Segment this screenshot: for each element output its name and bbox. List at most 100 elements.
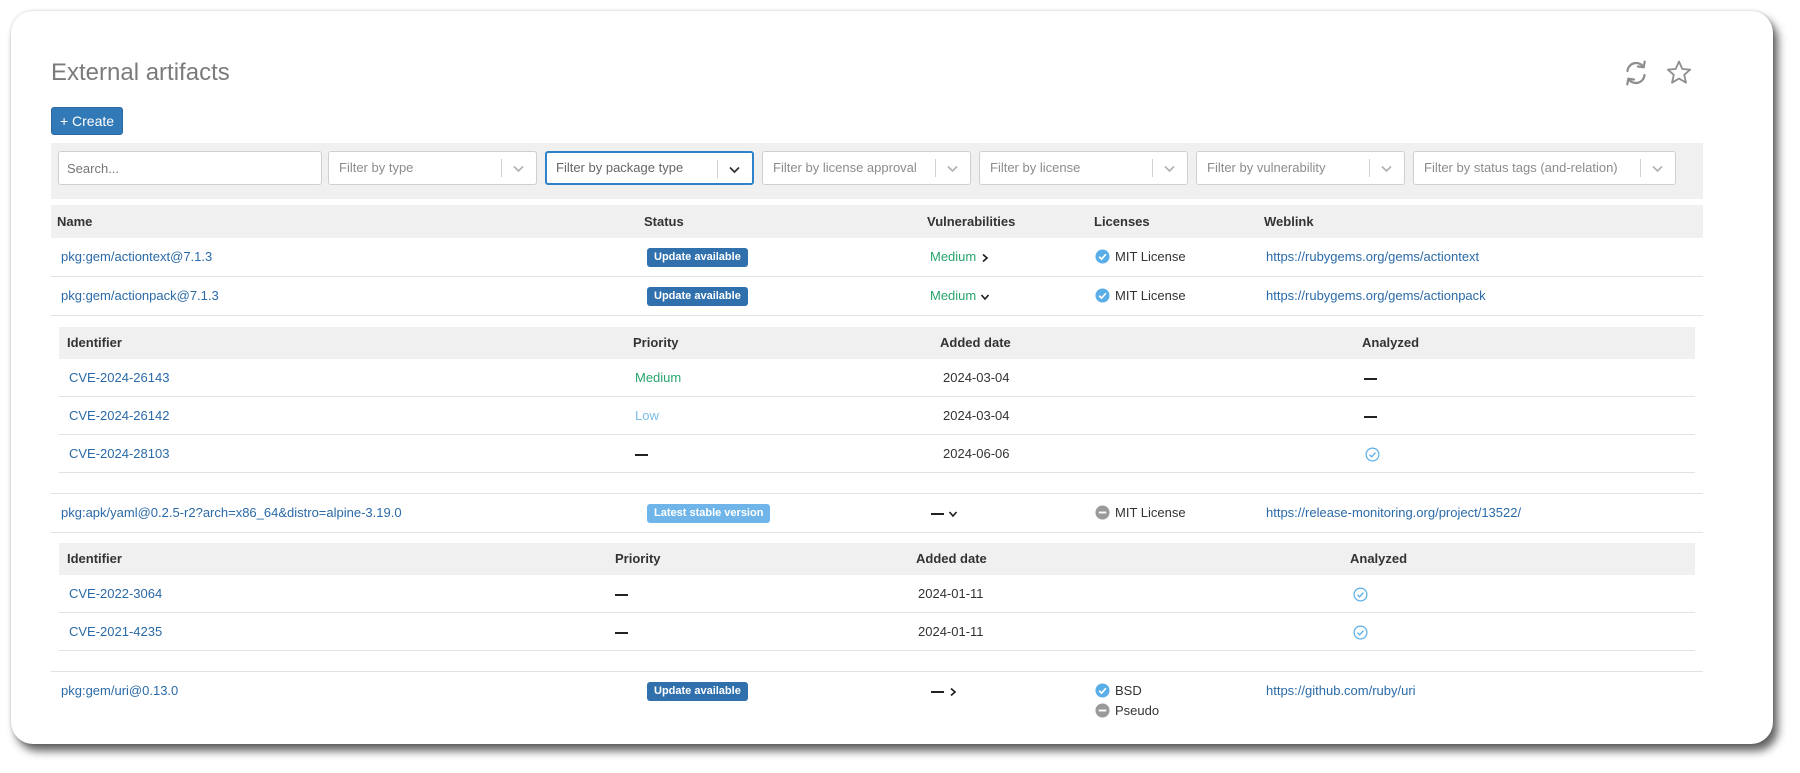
filter-package-type-select[interactable]: Filter by package type: [545, 151, 754, 185]
column-header-added-date[interactable]: Added date: [940, 327, 1011, 359]
analyzed-check-icon: [1365, 435, 1380, 472]
column-header-analyzed[interactable]: Analyzed: [1362, 327, 1419, 359]
vulnerability-subtable: Identifier Priority Added date Analyzed …: [59, 327, 1695, 473]
added-date: 2024-01-11: [918, 586, 984, 601]
select-separator: [717, 160, 718, 178]
vulnerability-toggle[interactable]: Medium: [930, 277, 990, 315]
refresh-icon[interactable]: [1621, 58, 1651, 88]
table-row[interactable]: pkg:gem/actionpack@7.1.3 Update availabl…: [51, 277, 1703, 316]
chevron-down-icon: [1652, 165, 1663, 173]
cve-link[interactable]: CVE-2024-26142: [69, 397, 169, 434]
chevron-down-icon: [513, 165, 524, 173]
select-separator: [935, 159, 936, 177]
license-entry: MIT License: [1095, 286, 1186, 305]
column-header-priority[interactable]: Priority: [633, 327, 679, 359]
column-header-weblink[interactable]: Weblink: [1264, 205, 1314, 238]
external-artifacts-panel: External artifacts + Create Filter by ty…: [11, 11, 1773, 744]
select-separator: [1152, 159, 1153, 177]
chevron-down-icon: [947, 165, 958, 173]
vulnerability-priority: Medium: [930, 288, 977, 303]
status-badge: Update available: [647, 248, 748, 267]
filter-placeholder: Filter by vulnerability: [1207, 160, 1326, 175]
filter-license-approval-select[interactable]: Filter by license approval: [762, 151, 971, 185]
chevron-down-icon: [1381, 165, 1392, 173]
select-separator: [501, 159, 502, 177]
column-header-name[interactable]: Name: [57, 205, 92, 238]
filter-placeholder: Filter by license: [990, 160, 1081, 175]
license-name: MIT License: [1115, 288, 1186, 303]
vulnerability-row[interactable]: CVE-2021-4235 2024-01-11: [59, 613, 1695, 651]
star-icon[interactable]: [1664, 58, 1694, 88]
added-date: 2024-03-04: [943, 370, 1010, 385]
license-name: Pseudo: [1115, 703, 1160, 718]
license-entry: MIT License: [1095, 247, 1186, 266]
vulnerability-row[interactable]: CVE-2022-3064 2024-01-11: [59, 575, 1695, 613]
vulnerability-row[interactable]: CVE-2024-26142 Low 2024-03-04: [59, 397, 1695, 435]
vulnerability-row[interactable]: CVE-2024-28103 2024-06-06: [59, 435, 1695, 473]
filter-placeholder: Filter by type: [339, 160, 414, 175]
vulnerability-toggle[interactable]: Medium: [930, 238, 990, 276]
table-row[interactable]: pkg:gem/actiontext@7.1.3 Update availabl…: [51, 238, 1703, 277]
column-header-identifier[interactable]: Identifier: [67, 543, 122, 575]
priority-empty-dash-icon: [615, 613, 628, 650]
not-analyzed-dash-icon: [1364, 397, 1377, 434]
search-input[interactable]: [58, 151, 322, 185]
column-header-identifier[interactable]: Identifier: [67, 327, 122, 359]
column-header-vulnerabilities[interactable]: Vulnerabilities: [927, 205, 1015, 238]
added-date: 2024-01-11: [918, 624, 984, 639]
not-analyzed-dash-icon: [1364, 359, 1377, 396]
create-button[interactable]: + Create: [51, 107, 123, 135]
cve-link[interactable]: CVE-2022-3064: [69, 575, 162, 612]
no-vulnerability-dash-icon: [931, 690, 944, 693]
column-header-status[interactable]: Status: [644, 205, 684, 238]
priority-value: Medium: [635, 370, 682, 385]
artifact-name-link[interactable]: pkg:gem/actionpack@7.1.3: [61, 277, 219, 315]
chevron-down-icon: [729, 166, 740, 174]
added-date: 2024-06-06: [943, 446, 1010, 461]
table-row[interactable]: pkg:gem/uri@0.13.0 Update available BSD …: [51, 672, 1703, 727]
table-row[interactable]: pkg:apk/yaml@0.2.5-r2?arch=x86_64&distro…: [51, 494, 1703, 533]
no-vulnerability-dash-icon: [931, 512, 944, 515]
column-header-analyzed[interactable]: Analyzed: [1350, 543, 1407, 575]
unknown-minus-icon: [1095, 703, 1110, 718]
select-separator: [1640, 159, 1641, 177]
status-badge: Update available: [647, 287, 748, 306]
vulnerability-toggle[interactable]: [931, 494, 958, 532]
filter-placeholder: Filter by status tags (and-relation): [1424, 160, 1618, 175]
filter-vulnerability-select[interactable]: Filter by vulnerability: [1196, 151, 1405, 185]
chevron-right-icon: [982, 253, 989, 262]
status-badge: Latest stable version: [647, 504, 771, 523]
filter-license-select[interactable]: Filter by license: [979, 151, 1188, 185]
artifact-name-link[interactable]: pkg:gem/actiontext@7.1.3: [61, 238, 212, 276]
vulnerability-toggle[interactable]: [931, 672, 958, 710]
weblink[interactable]: https://github.com/ruby/uri: [1266, 672, 1416, 710]
priority-empty-dash-icon: [635, 435, 648, 472]
weblink[interactable]: https://rubygems.org/gems/actionpack: [1266, 277, 1486, 315]
chevron-right-icon: [950, 687, 956, 696]
cve-link[interactable]: CVE-2024-26143: [69, 359, 169, 396]
column-header-priority[interactable]: Priority: [615, 543, 661, 575]
approved-check-icon: [1095, 683, 1110, 698]
license-entry: BSD: [1095, 681, 1142, 700]
filter-type-select[interactable]: Filter by type: [328, 151, 537, 185]
weblink[interactable]: https://rubygems.org/gems/actiontext: [1266, 238, 1479, 276]
vulnerability-subtable: Identifier Priority Added date Analyzed …: [59, 543, 1695, 651]
vulnerability-row[interactable]: CVE-2024-26143 Medium 2024-03-04: [59, 359, 1695, 397]
status-badge: Update available: [647, 682, 748, 701]
artifact-name-link[interactable]: pkg:gem/uri@0.13.0: [61, 672, 178, 710]
artifact-name-link[interactable]: pkg:apk/yaml@0.2.5-r2?arch=x86_64&distro…: [61, 494, 402, 532]
table-header: Name Status Vulnerabilities Licenses Web…: [51, 205, 1703, 238]
license-entry: MIT License: [1095, 503, 1186, 522]
filter-status-tags-select[interactable]: Filter by status tags (and-relation): [1413, 151, 1676, 185]
column-header-licenses[interactable]: Licenses: [1094, 205, 1150, 238]
unknown-minus-icon: [1095, 505, 1110, 520]
license-name: BSD: [1115, 683, 1142, 698]
cve-link[interactable]: CVE-2024-28103: [69, 435, 169, 472]
filter-placeholder: Filter by package type: [556, 160, 684, 175]
approved-check-icon: [1095, 288, 1110, 303]
chevron-down-icon: [948, 511, 957, 517]
chevron-down-icon: [1164, 165, 1175, 173]
column-header-added-date[interactable]: Added date: [916, 543, 987, 575]
cve-link[interactable]: CVE-2021-4235: [69, 613, 162, 650]
weblink[interactable]: https://release-monitoring.org/project/1…: [1266, 494, 1521, 532]
